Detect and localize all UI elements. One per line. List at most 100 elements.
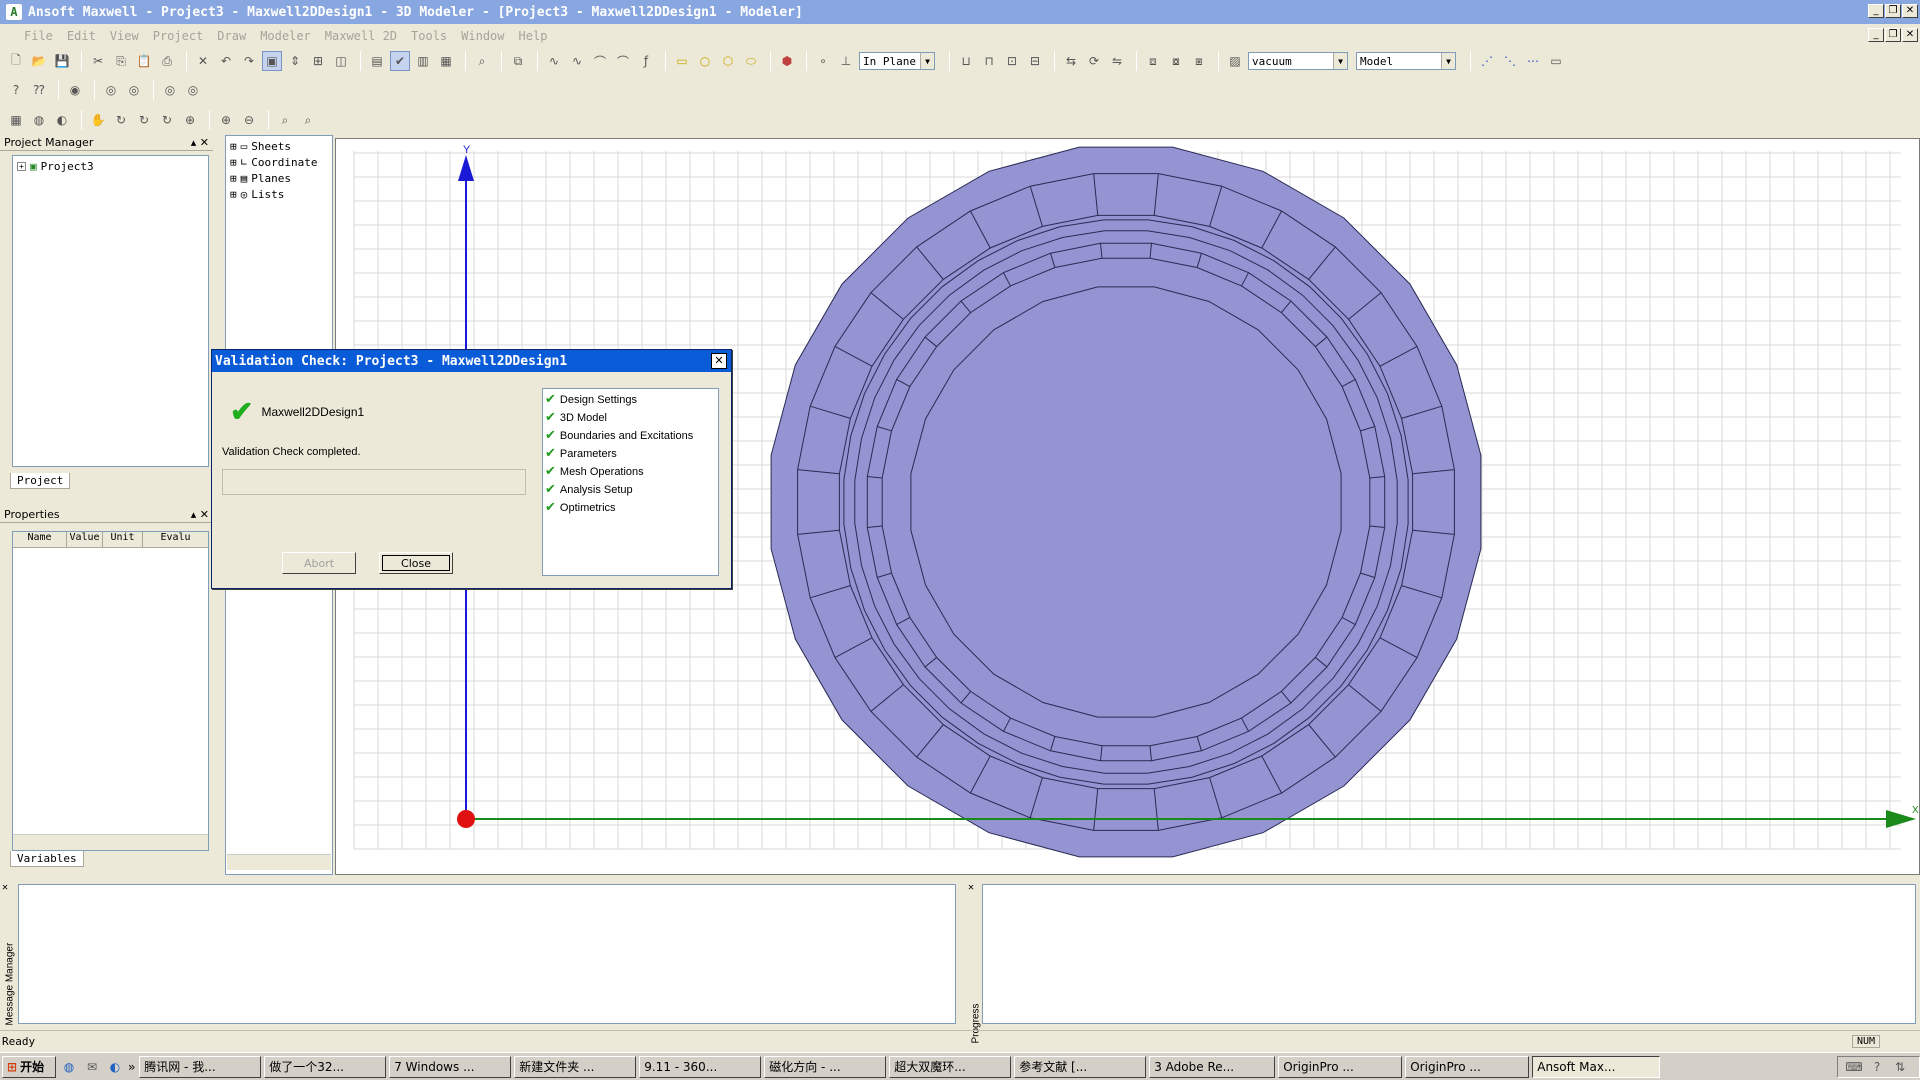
progress-list[interactable]: [982, 884, 1916, 1024]
dynamic-zoom-icon[interactable]: ⊕: [180, 110, 200, 130]
dialog-close-icon[interactable]: ✕: [711, 353, 727, 369]
taskbar-item[interactable]: 新建文件夹 ...: [514, 1055, 637, 1078]
menu-window[interactable]: Window: [461, 29, 504, 43]
taskbar-item[interactable]: 3 Adobe Re...: [1149, 1055, 1276, 1078]
close-icon[interactable]: ▴ ✕: [191, 136, 209, 149]
pan-icon[interactable]: ✋: [88, 110, 108, 130]
close-icon[interactable]: ✕: [968, 882, 974, 893]
quicklaunch-ie-icon[interactable]: ◍: [59, 1057, 79, 1077]
close-button[interactable]: Close: [379, 552, 453, 574]
dialog-title-bar[interactable]: Validation Check: Project3 - Maxwell2DDe…: [212, 350, 731, 372]
results-icon[interactable]: ▦: [436, 51, 456, 71]
doc-minimize-button[interactable]: _: [1868, 28, 1884, 42]
draw-ellipse-icon[interactable]: ⬭: [741, 51, 761, 71]
minimize-button[interactable]: _: [1868, 4, 1884, 18]
taskbar-item[interactable]: 超大双魔环...: [889, 1055, 1012, 1078]
tree-item-project3[interactable]: + ▣ Project3: [13, 156, 208, 177]
menu-draw[interactable]: Draw: [217, 29, 246, 43]
taskbar-item[interactable]: OriginPro ...: [1405, 1055, 1530, 1078]
duplicate-around-axis-icon[interactable]: ⧇: [1166, 51, 1186, 71]
material-icon[interactable]: ▨: [1225, 51, 1245, 71]
mirror-object-icon[interactable]: ⇋: [1107, 51, 1127, 71]
fit-all-icon[interactable]: ⌕: [275, 110, 295, 130]
menu-maxwell-2d[interactable]: Maxwell 2D: [325, 29, 397, 43]
draw-rectangle-icon[interactable]: ▭: [672, 51, 692, 71]
tree-icon[interactable]: ⊞: [308, 51, 328, 71]
show-selected-icon[interactable]: ◎: [160, 80, 180, 100]
menu-view[interactable]: View: [110, 29, 139, 43]
start-button[interactable]: ⊞ 开始: [2, 1055, 56, 1078]
expand-icon[interactable]: ⊞: [230, 155, 237, 171]
close-icon[interactable]: ✕: [2, 882, 8, 893]
delete-icon[interactable]: ✕: [193, 51, 213, 71]
move-icon[interactable]: ⇕: [285, 51, 305, 71]
keyboard-icon[interactable]: ⌨: [1844, 1057, 1864, 1077]
taskbar-item[interactable]: 9.11 - 360...: [639, 1055, 762, 1078]
draw-regular-polygon-icon[interactable]: ⬡: [718, 51, 738, 71]
fit-window-icon[interactable]: ⧉: [508, 51, 528, 71]
move-object-icon[interactable]: ⇆: [1061, 51, 1081, 71]
context-help-icon[interactable]: ⁇: [29, 80, 49, 100]
properties-icon[interactable]: ◫: [331, 51, 351, 71]
column-evaluated[interactable]: Evalu: [143, 532, 208, 547]
doc-close-button[interactable]: ✕: [1902, 28, 1918, 42]
snap-edge-icon[interactable]: ⋯: [1523, 51, 1543, 71]
doc-restore-button[interactable]: ❐: [1885, 28, 1901, 42]
close-window-button[interactable]: ✕: [1902, 4, 1918, 18]
point-icon[interactable]: ∘: [813, 51, 833, 71]
expand-icon[interactable]: ⊞: [230, 139, 237, 155]
snap-face-icon[interactable]: ▭: [1546, 51, 1566, 71]
draw-line-icon[interactable]: ∿: [544, 51, 564, 71]
open-icon[interactable]: 📂: [29, 51, 49, 71]
hide-selected-icon[interactable]: ◎: [183, 80, 203, 100]
rotate-view-icon[interactable]: ↻: [111, 110, 131, 130]
draw-arc2-icon[interactable]: ⌒: [613, 51, 633, 71]
redo-icon[interactable]: ↷: [239, 51, 259, 71]
close-icon[interactable]: ▴ ✕: [191, 508, 209, 521]
quicklaunch-icon[interactable]: ✉: [82, 1057, 102, 1077]
new-icon[interactable]: 🗋: [6, 51, 26, 71]
taskbar-item[interactable]: 磁化方向 - ...: [764, 1055, 887, 1078]
grid-icon[interactable]: ▦: [6, 110, 26, 130]
intersect-icon[interactable]: ⊡: [1002, 51, 1022, 71]
draw-circle-icon[interactable]: ○: [695, 51, 715, 71]
unite-icon[interactable]: ⊔: [956, 51, 976, 71]
column-name[interactable]: Name: [13, 532, 67, 547]
render-icon[interactable]: ◐: [52, 110, 72, 130]
horizontal-scrollbar[interactable]: [227, 854, 331, 870]
draw-spline-icon[interactable]: ∿: [567, 51, 587, 71]
tree-item-coordinate[interactable]: ⊞ ∟ Coordinate: [230, 155, 328, 171]
rotate-screen-icon[interactable]: ↻: [157, 110, 177, 130]
menu-project[interactable]: Project: [153, 29, 204, 43]
material-select[interactable]: vacuum ▼: [1248, 52, 1348, 70]
analyze-icon[interactable]: ▥: [413, 51, 433, 71]
window-title-bar[interactable]: A Ansoft Maxwell - Project3 - Maxwell2DD…: [0, 0, 1920, 24]
more-icon[interactable]: »: [128, 1060, 135, 1074]
taskbar-item[interactable]: 7 Windows ...: [389, 1055, 512, 1078]
validate-icon[interactable]: ▤: [367, 51, 387, 71]
zoom-search-icon[interactable]: ⌕: [472, 51, 492, 71]
rotate-local-icon[interactable]: ↻: [134, 110, 154, 130]
show-all-icon[interactable]: ◎: [101, 80, 121, 100]
view-icon[interactable]: ◉: [65, 80, 85, 100]
hide-all-icon[interactable]: ◎: [124, 80, 144, 100]
maximize-button[interactable]: ❐: [1885, 4, 1901, 18]
menu-help[interactable]: Help: [519, 29, 548, 43]
paste-icon[interactable]: 📋: [134, 51, 154, 71]
expand-icon[interactable]: +: [17, 162, 26, 171]
duplicate-mirror-icon[interactable]: ⧆: [1189, 51, 1209, 71]
plane-icon[interactable]: ⊥: [836, 51, 856, 71]
select-icon[interactable]: ▣: [262, 51, 282, 71]
model-select[interactable]: Model ▼: [1356, 52, 1456, 70]
fit-selection-icon[interactable]: ⌕: [298, 110, 318, 130]
zoom-out-icon[interactable]: ⊖: [239, 110, 259, 130]
taskbar-item[interactable]: 参考文献 [...: [1014, 1055, 1147, 1078]
tab-project[interactable]: Project: [10, 473, 71, 489]
snap-grid-icon[interactable]: ⋰: [1477, 51, 1497, 71]
menu-edit[interactable]: Edit: [67, 29, 96, 43]
tree-item-planes[interactable]: ⊞ ▤ Planes: [230, 171, 328, 187]
split-icon[interactable]: ⊟: [1025, 51, 1045, 71]
undo-icon[interactable]: ↶: [216, 51, 236, 71]
taskbar-item[interactable]: 腾讯网 - 我...: [139, 1055, 262, 1078]
expand-icon[interactable]: ⊞: [230, 187, 237, 203]
